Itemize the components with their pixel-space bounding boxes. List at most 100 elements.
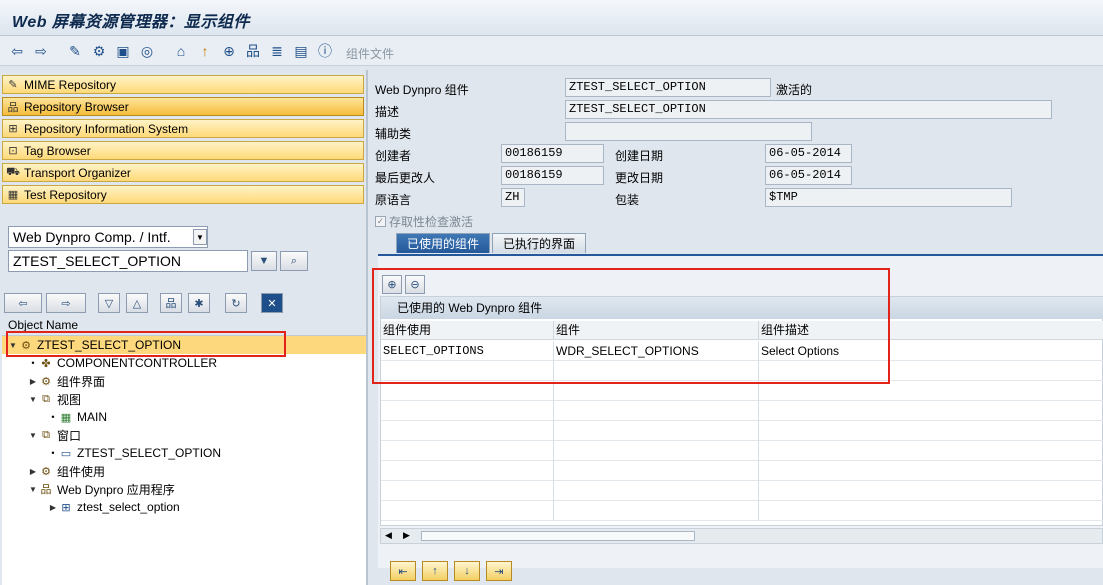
other-object-icon[interactable]: ▣: [114, 42, 132, 60]
table-cell[interactable]: [554, 481, 759, 501]
tree-node-application[interactable]: ▶ ⊞ ztest_select_option: [2, 498, 366, 516]
created-on-field[interactable]: 06-05-2014: [765, 144, 852, 163]
table-cell[interactable]: [381, 401, 554, 421]
object-type-value: Web Dynpro Comp. / Intf.: [13, 229, 171, 245]
tree-node-applications[interactable]: ▼ 品 Web Dynpro 应用程序: [2, 480, 366, 498]
component-field[interactable]: ZTEST_SELECT_OPTION: [565, 78, 771, 97]
tab-nav-last-button[interactable]: ⇥: [486, 561, 512, 581]
table-cell[interactable]: [759, 381, 1103, 401]
table-cell[interactable]: [554, 461, 759, 481]
tree-icon[interactable]: 品: [244, 42, 262, 60]
object-name-dropdown-button[interactable]: ▼: [251, 251, 277, 271]
window-icon[interactable]: ≣: [268, 42, 286, 60]
tree-pin-button[interactable]: ✱: [188, 293, 210, 313]
table-cell[interactable]: [381, 441, 554, 461]
leaf-bullet-icon: •: [51, 412, 55, 422]
horizontal-scrollbar[interactable]: ◀ ▶: [380, 528, 1103, 544]
hierarchy-icon[interactable]: ⌂: [172, 42, 190, 60]
changed-by-field[interactable]: 00186159: [501, 166, 604, 185]
chevron-down-icon[interactable]: ▼: [193, 229, 207, 245]
tree-back-button[interactable]: ⇦: [4, 293, 42, 313]
collapsed-icon[interactable]: ▶: [28, 377, 38, 386]
table-cell[interactable]: [759, 401, 1103, 421]
table-cell[interactable]: [554, 501, 759, 521]
tree-close-button[interactable]: ✕: [261, 293, 283, 313]
nav-mime-repository[interactable]: ✎ MIME Repository: [2, 75, 364, 94]
table-cell[interactable]: [381, 481, 554, 501]
scroll-right-icon[interactable]: ▶: [403, 530, 410, 541]
tree-node-label: 视图: [57, 392, 82, 407]
tree-node-component-usages[interactable]: ▶ ⚙ 组件使用: [2, 462, 366, 480]
table-cell[interactable]: [381, 381, 554, 401]
table-cell[interactable]: [759, 501, 1103, 521]
tree-forward-button[interactable]: ⇨: [46, 293, 86, 313]
tree-refresh-button[interactable]: ↻: [225, 293, 247, 313]
tree-node-views[interactable]: ▼ ⧉ 视图: [2, 390, 366, 408]
table-cell[interactable]: [381, 421, 554, 441]
helper-class-field[interactable]: [565, 122, 812, 141]
tree-hierarchy-button[interactable]: 品: [160, 293, 182, 313]
table-cell[interactable]: [759, 441, 1103, 461]
tree-node-windows[interactable]: ▼ ⧉ 窗口: [2, 426, 366, 444]
component-docs-button[interactable]: 组件文件: [346, 45, 394, 62]
object-name-input[interactable]: ZTEST_SELECT_OPTION: [8, 250, 248, 272]
collapsed-icon[interactable]: ▶: [28, 467, 38, 476]
status-text: 激活的: [776, 83, 813, 97]
table-cell[interactable]: [759, 421, 1103, 441]
expanded-icon[interactable]: ▼: [28, 431, 38, 440]
display-icon[interactable]: ▤: [292, 42, 310, 60]
tab-nav-prev-button[interactable]: ↑: [422, 561, 448, 581]
accessibility-label: 存取性检查激活: [389, 215, 474, 229]
info-icon[interactable]: ⓘ: [316, 42, 334, 60]
tab-nav-first-button[interactable]: ⇤: [390, 561, 416, 581]
language-field[interactable]: ZH: [501, 188, 525, 207]
expanded-icon[interactable]: ▼: [28, 485, 38, 494]
scroll-thumb[interactable]: [421, 531, 695, 541]
glasses-icon: ⌕: [290, 254, 298, 267]
nav-repository-browser[interactable]: 品 Repository Browser: [2, 97, 364, 116]
first-page-icon: ⇤: [398, 565, 408, 578]
nav-tag-browser[interactable]: ⊡ Tag Browser: [2, 141, 364, 160]
table-cell[interactable]: [381, 501, 554, 521]
toggle-icon[interactable]: ⚙: [90, 42, 108, 60]
table-cell[interactable]: [381, 461, 554, 481]
highlight-box: [372, 268, 890, 384]
navigate-icon[interactable]: ⊕: [220, 42, 238, 60]
tab-used-components[interactable]: 已使用的组件: [396, 233, 491, 253]
tree-node-main[interactable]: • ▦ MAIN: [2, 408, 366, 426]
created-on-label: 创建日期: [615, 149, 664, 163]
scroll-left-icon[interactable]: ◀: [385, 530, 392, 541]
activate-icon[interactable]: ◎: [138, 42, 156, 60]
collapse-icon: △: [132, 297, 142, 310]
table-cell[interactable]: [554, 381, 759, 401]
tree-node-window[interactable]: • ▭ ZTEST_SELECT_OPTION: [2, 444, 366, 462]
table-cell[interactable]: [554, 401, 759, 421]
tree-expand-button[interactable]: ▽: [98, 293, 120, 313]
created-by-field[interactable]: 00186159: [501, 144, 604, 163]
collapsed-icon[interactable]: ▶: [48, 503, 58, 512]
tree-collapse-button[interactable]: △: [126, 293, 148, 313]
tab-nav-next-button[interactable]: ↓: [454, 561, 480, 581]
nav-test-repository[interactable]: ▦ Test Repository: [2, 185, 364, 204]
changed-on-field[interactable]: 06-05-2014: [765, 166, 852, 185]
back-icon[interactable]: ⇦: [8, 42, 26, 60]
edit-icon[interactable]: ✎: [66, 42, 84, 60]
object-type-select[interactable]: Web Dynpro Comp. / Intf.: [8, 226, 208, 248]
display-object-button[interactable]: ⌕: [280, 251, 308, 271]
accessibility-checkbox[interactable]: ✓ 存取性检查激活: [375, 213, 473, 230]
table-cell[interactable]: [554, 441, 759, 461]
table-cell[interactable]: [759, 461, 1103, 481]
table-cell[interactable]: [759, 481, 1103, 501]
nav-repository-info-system[interactable]: ⊞ Repository Information System: [2, 119, 364, 138]
tab-implemented-interfaces[interactable]: 已执行的界面: [492, 233, 587, 253]
where-used-icon[interactable]: ↑: [196, 42, 214, 60]
forward-icon: ⇨: [61, 297, 71, 310]
nav-transport-organizer[interactable]: ⛟ Transport Organizer: [2, 163, 364, 182]
created-by-label: 创建者: [375, 149, 412, 163]
package-field[interactable]: $TMP: [765, 188, 1012, 207]
tree-node-component-interface[interactable]: ▶ ⚙ 组件界面: [2, 372, 366, 390]
forward-icon[interactable]: ⇨: [32, 42, 50, 60]
expanded-icon[interactable]: ▼: [28, 395, 38, 404]
table-cell[interactable]: [554, 421, 759, 441]
description-field[interactable]: ZTEST_SELECT_OPTION: [565, 100, 1052, 119]
